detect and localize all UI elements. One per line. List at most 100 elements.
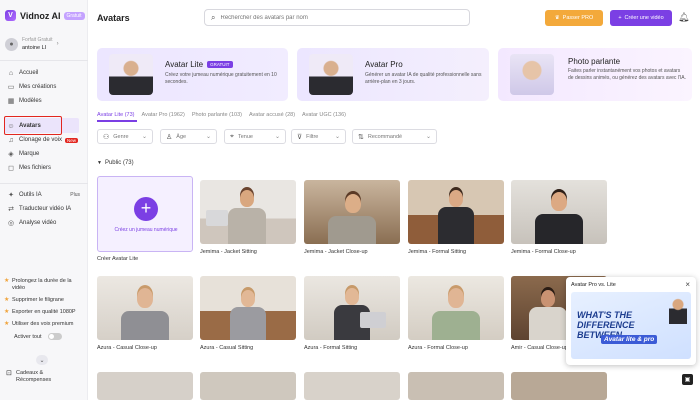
promo-desc: Créez votre jumeau numérique gratuitemen… — [165, 72, 277, 85]
filter-genre[interactable]: ⚇ Genre ⌄ — [97, 129, 153, 144]
avatar-thumbnail[interactable] — [97, 276, 193, 340]
create-avatar-tile[interactable]: + Créez un jumeau numérique — [97, 176, 193, 252]
avatar-thumbnail[interactable] — [304, 180, 400, 244]
close-icon[interactable]: × — [685, 280, 690, 289]
sidebar-item-accueil[interactable]: ⌂ Accueil — [4, 66, 86, 80]
avatar-card[interactable] — [200, 372, 296, 400]
avatar-card[interactable] — [511, 372, 607, 400]
popup-video[interactable]: WHAT'S THE DIFFERENCE BETWEEN Avatar lit… — [571, 292, 691, 359]
crown-icon: ★ — [4, 309, 10, 315]
popup-title: Avatar Pro vs. Lite — [571, 282, 616, 288]
promo-avatar-lite[interactable]: Avatar Lite GRATUIT Créez votre jumeau nu… — [97, 48, 288, 101]
user-plan: Forfait Gratuit — [22, 37, 53, 43]
avatar-icon: ☺ — [7, 122, 15, 130]
filter-tenue[interactable]: ⌖ Tenue ⌄ — [224, 129, 286, 144]
promo-avatar-pro[interactable]: Avatar Pro Générer un avatar IA de quali… — [297, 48, 489, 101]
logo[interactable]: V Vidnoz AI Gratuit — [5, 10, 85, 21]
user-avatar-icon: ● — [5, 37, 18, 51]
avatar-card[interactable]: Jemima - Formal Sitting — [408, 180, 504, 255]
user-menu[interactable]: ● Forfait Gratuit antoine LI › — [5, 36, 59, 52]
avatar-card[interactable] — [304, 372, 400, 400]
avatar-card[interactable]: Azura - Formal Sitting — [304, 276, 400, 351]
card-caption: Jemima - Jacket Close-up — [304, 249, 368, 255]
sidebar-item-fichiers[interactable]: ◻ Mes fichiers — [4, 161, 86, 175]
create-avatar-card[interactable]: + Créez un jumeau numérique Créer Avatar… — [97, 176, 193, 262]
upsell-item[interactable]: ★ Prolongez la durée de la vidéo — [4, 278, 86, 292]
collapse-chevron-icon[interactable]: ⌄ — [36, 355, 48, 365]
sidebar-item-marque[interactable]: ◈ Marque — [4, 147, 86, 161]
brand-icon: ◈ — [8, 151, 14, 158]
chevron-down-icon: ⌄ — [141, 134, 147, 140]
plan-badge: Gratuit — [63, 11, 85, 20]
plus-icon: + — [134, 197, 158, 221]
promo-photo-parlante[interactable]: Photo parlante Faites parler instantaném… — [498, 48, 692, 101]
avatar-thumbnail[interactable] — [200, 180, 296, 244]
sidebar-item-analyse[interactable]: ◎ Analyse vidéo — [4, 216, 86, 230]
create-video-button[interactable]: + Créer une vidéo — [610, 10, 672, 26]
avatar-thumbnail[interactable] — [200, 276, 296, 340]
avatar-thumbnail[interactable] — [304, 372, 400, 400]
activate-all-toggle[interactable] — [47, 333, 62, 340]
sidebar-item-traducteur[interactable]: ⇄ Traducteur vidéo IA — [4, 202, 86, 216]
upgrade-button[interactable]: ♛ Passer PRO — [545, 10, 603, 26]
avatar-thumbnail[interactable] — [408, 180, 504, 244]
avatar-card[interactable]: Jemima - Jacket Sitting — [200, 180, 296, 255]
gift-icon: ⊡ — [6, 370, 12, 377]
card-caption: Azura - Casual Sitting — [200, 345, 254, 351]
section-public[interactable]: ▼ Public (73) — [97, 160, 134, 166]
tools-icon: ✦ — [8, 192, 14, 199]
avatar-thumbnail[interactable] — [511, 372, 607, 400]
chat-icon[interactable]: ▣ — [682, 374, 693, 385]
page-title: Avatars — [97, 13, 130, 23]
avatar-card[interactable]: Jemima - Jacket Close-up — [304, 180, 400, 255]
avatar-card[interactable]: Azura - Formal Close-up — [408, 276, 504, 351]
sort-icon: ⇅ — [358, 133, 364, 141]
plus-icon: + — [618, 15, 622, 21]
upsell-item[interactable]: ★ Utiliser des voix premium — [4, 321, 86, 328]
avatar-thumbnail[interactable] — [408, 276, 504, 340]
sidebar-item-creations[interactable]: ▭ Mes créations — [4, 80, 86, 94]
brand-name: Vidnoz AI — [20, 10, 61, 21]
filter-age[interactable]: ♙ Âge ⌄ — [160, 129, 217, 144]
promo-title: Avatar Pro — [365, 60, 403, 69]
chevron-right-icon: › — [56, 41, 59, 47]
avatar-thumbnail[interactable] — [304, 276, 400, 340]
folder-icon: ▭ — [7, 84, 15, 91]
filter-filtre[interactable]: ⊽ Filtre ⌄ — [291, 129, 346, 144]
sidebar-item-avatars[interactable]: ☺ Avatars — [4, 119, 86, 133]
upsell-item[interactable]: ★ Supprimer le filigrane — [4, 297, 86, 304]
search-input[interactable] — [220, 14, 461, 21]
video-popup: Avatar Pro vs. Lite × WHAT'S THE DIFFERE… — [566, 277, 696, 365]
search-icon: ⌕ — [211, 12, 216, 22]
card-caption: Azura - Formal Close-up — [408, 345, 468, 351]
bell-icon[interactable]: 🔔︎ — [678, 12, 689, 23]
rewards-link[interactable]: ⊡ Cadeaux & Récompenses — [6, 370, 76, 384]
avatar-card[interactable]: Jemima - Formal Close-up — [511, 180, 607, 255]
avatar-card[interactable] — [97, 372, 193, 400]
tab-avatar-accuse[interactable]: Avatar accusé (28) — [249, 112, 295, 118]
avatar-card[interactable]: Azura - Casual Close-up — [97, 276, 193, 351]
sidebar-item-clonage[interactable]: ♫ Clonage de voix New — [4, 133, 86, 147]
search-bar[interactable]: ⌕ — [204, 9, 470, 26]
chevron-down-icon: ⌄ — [205, 134, 211, 140]
crown-icon: ★ — [4, 297, 10, 303]
sidebar-item-modeles[interactable]: ▦ Modèles — [4, 94, 86, 108]
sidebar-item-outils[interactable]: ✦ Outils IA Plus — [4, 188, 86, 202]
avatar-thumbnail[interactable] — [200, 372, 296, 400]
avatar-thumbnail[interactable] — [511, 180, 607, 244]
tab-avatar-pro[interactable]: Avatar Pro (1962) — [142, 112, 185, 118]
sort-select[interactable]: ⇅ Recommandé ⌄ — [352, 129, 437, 144]
avatar-tabs: Avatar Lite (73) Avatar Pro (1962) Photo… — [97, 112, 353, 118]
divider — [0, 183, 88, 184]
avatar-thumbnail[interactable] — [408, 372, 504, 400]
avatar-card[interactable]: Azura - Casual Sitting — [200, 276, 296, 351]
tab-avatar-ugc[interactable]: Avatar UGC (136) — [302, 112, 346, 118]
tab-avatar-lite[interactable]: Avatar Lite (73) — [97, 112, 135, 118]
chevron-down-icon: ⌄ — [274, 134, 280, 140]
upsell-item[interactable]: ★ Exporter en qualité 1080P — [4, 309, 86, 316]
tab-photo-parlante[interactable]: Photo parlante (103) — [192, 112, 242, 118]
avatar-card[interactable] — [408, 372, 504, 400]
avatar-thumbnail[interactable] — [97, 372, 193, 400]
laptop-shape — [206, 210, 228, 226]
card-caption: Jemima - Formal Sitting — [408, 249, 467, 255]
